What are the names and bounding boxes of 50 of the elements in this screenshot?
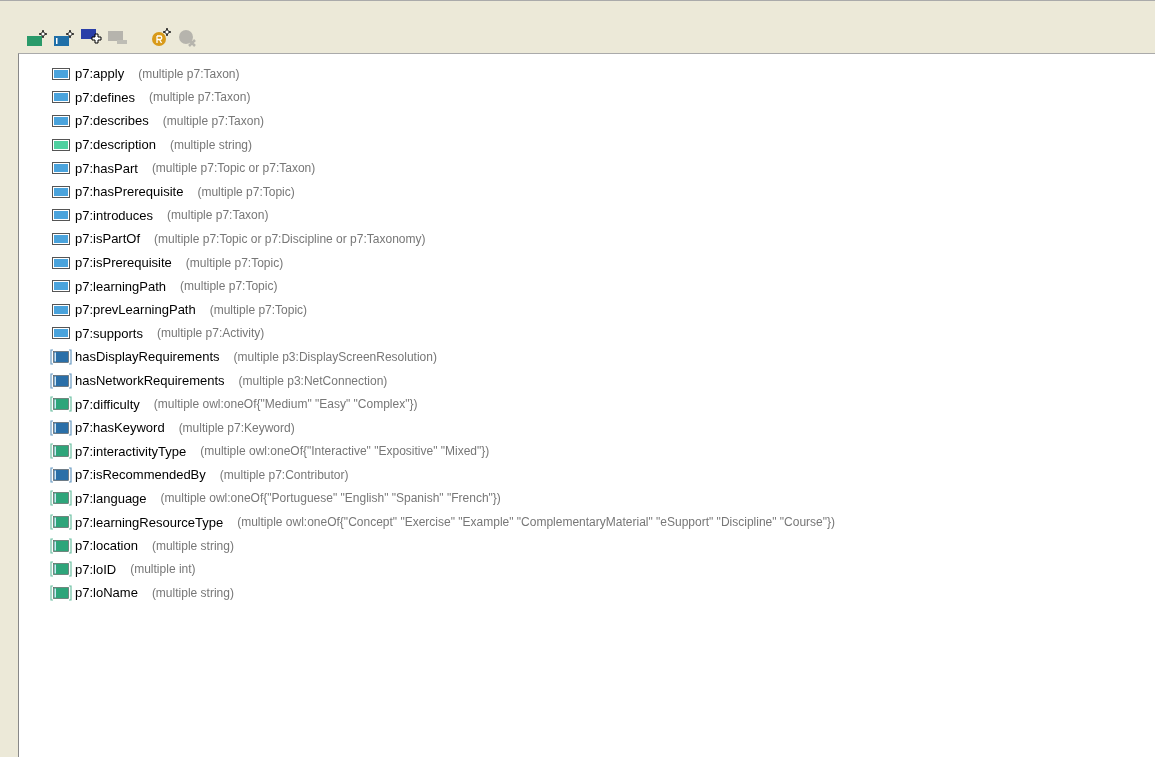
property-range: (multiple p7:Topic or p7:Taxon) [151, 161, 316, 176]
property-range: (multiple p7:Taxon) [149, 90, 251, 105]
property-name[interactable]: p7:isRecommendedBy [75, 467, 206, 483]
property-range: (multiple p7:Keyword) [178, 420, 295, 435]
property-name[interactable]: p7:introduces [75, 207, 154, 223]
property-name[interactable]: p7:isPartOf [75, 231, 141, 247]
property-range: (multiple p7:Taxon) [167, 208, 269, 223]
property-name[interactable]: p7:loID [75, 561, 117, 577]
property-range: (multiple owl:oneOf{"Concept" "Exercise" "Example" "ComplementaryMaterial" "eSupport" "Discipline" "Course"}) [237, 515, 836, 530]
property-range: (multiple int) [130, 562, 196, 577]
property-range: (multiple string) [169, 137, 252, 152]
property-name[interactable]: hasDisplayRequirements [75, 349, 220, 365]
property-name[interactable]: p7:isPrerequisite [75, 255, 172, 271]
property-name[interactable]: hasNetworkRequirements [75, 373, 225, 388]
property-range: (multiple owl:oneOf{"Interactive" "Expositive" "Mixed"}) [200, 444, 490, 459]
property-range: (multiple p7:Taxon) [138, 66, 240, 81]
property-name[interactable]: p7:learningPath [75, 278, 167, 294]
property-name[interactable]: p7:location [75, 538, 138, 554]
property-range: (multiple p7:Topic) [185, 255, 284, 270]
property-name[interactable]: p7:prevLearningPath [75, 302, 196, 318]
property-name[interactable]: p7:interactivityType [75, 443, 187, 459]
property-name[interactable]: p7:difficulty [75, 396, 140, 412]
block-plus-icon[interactable] [80, 27, 102, 47]
property-name[interactable]: p7:apply [75, 66, 125, 82]
property-range: (multiple p7:Activity) [156, 326, 265, 341]
property-name[interactable]: p7:supports [75, 325, 143, 341]
property-range: (multiple p7:Taxon) [162, 114, 265, 128]
property-range: (multiple p7:Topic) [180, 279, 278, 294]
property-range: (multiple string) [151, 585, 234, 600]
bar-block-sparkle-icon[interactable] [53, 29, 75, 47]
property-name[interactable]: p7:learningResourceType [75, 514, 224, 530]
property-name[interactable]: p7:describes [75, 113, 149, 129]
block-sparkle-icon[interactable] [26, 29, 48, 47]
property-range: (multiple p7:Topic or p7:Discipline or p7:Taxonomy) [154, 231, 426, 246]
r-coin-sparkle-icon[interactable] [150, 27, 172, 47]
property-range: (multiple p7:Topic) [209, 302, 308, 317]
property-range: (multiple owl:oneOf{"Portuguese" "English" "Spanish" "French"}) [160, 491, 501, 506]
property-range: (multiple p3:DisplayScreenResolution) [233, 349, 437, 364]
property-range: (multiple owl:oneOf{"Medium" "Easy" "Complex"}) [153, 397, 418, 412]
property-range: (multiple string) [151, 538, 234, 553]
property-name[interactable]: p7:hasPrerequisite [75, 184, 184, 200]
property-range: (multiple p7:Contributor) [219, 467, 349, 482]
property-range: (multiple p7:Topic) [197, 184, 295, 199]
property-name[interactable]: p7:defines [75, 89, 135, 105]
property-name[interactable]: p7:hasPart [75, 160, 138, 176]
property-range: (multiple p3:NetConnection) [238, 373, 388, 388]
property-name[interactable]: p7:language [75, 491, 147, 506]
property-name[interactable]: p7:loName [75, 585, 138, 601]
property-name[interactable]: p7:description [75, 137, 156, 153]
property-name[interactable]: p7:hasKeyword [75, 420, 165, 436]
